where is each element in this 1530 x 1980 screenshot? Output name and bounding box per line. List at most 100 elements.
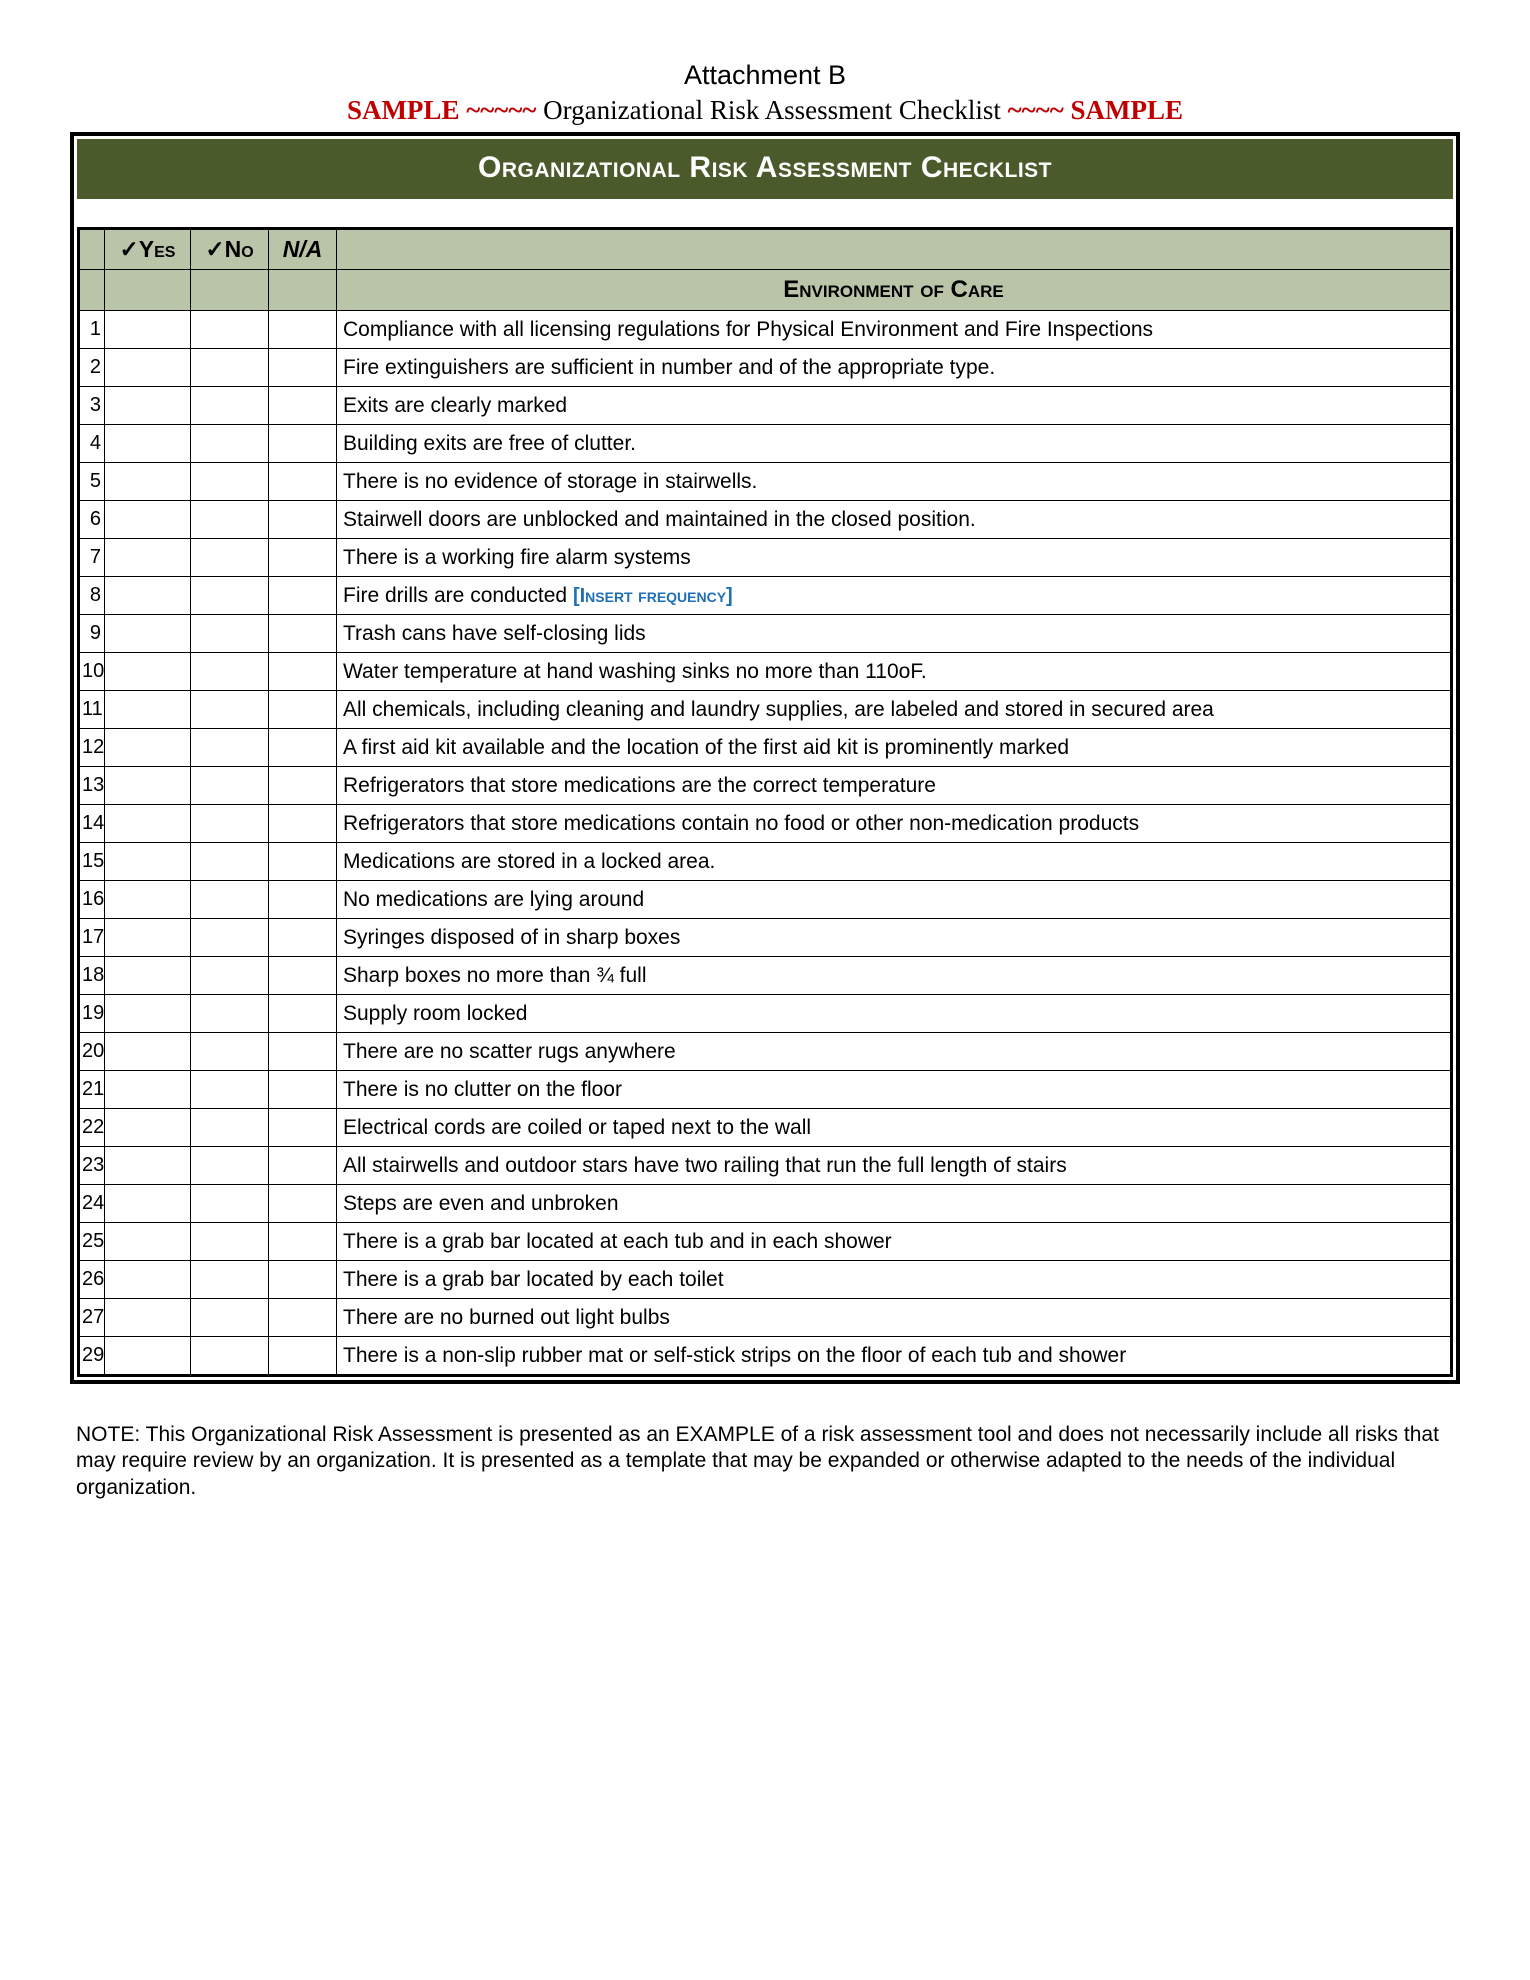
checkbox-no[interactable]	[191, 1261, 269, 1299]
table-row: 9Trash cans have self-closing lids	[79, 615, 1452, 653]
checkbox-na[interactable]	[269, 349, 337, 387]
checkbox-yes[interactable]	[105, 729, 191, 767]
section-pad	[191, 270, 269, 311]
row-text: Refrigerators that store medications con…	[343, 812, 1139, 835]
checkbox-na[interactable]	[269, 843, 337, 881]
checkbox-yes[interactable]	[105, 1337, 191, 1376]
checkbox-yes[interactable]	[105, 919, 191, 957]
checkbox-no[interactable]	[191, 387, 269, 425]
checkbox-no[interactable]	[191, 919, 269, 957]
checkbox-na[interactable]	[269, 957, 337, 995]
row-number: 12	[79, 729, 105, 767]
checkbox-no[interactable]	[191, 1071, 269, 1109]
table-row: 2Fire extinguishers are sufficient in nu…	[79, 349, 1452, 387]
checkbox-yes[interactable]	[105, 881, 191, 919]
checkbox-yes[interactable]	[105, 767, 191, 805]
checkbox-no[interactable]	[191, 1185, 269, 1223]
checkbox-yes[interactable]	[105, 691, 191, 729]
checkbox-yes[interactable]	[105, 1033, 191, 1071]
checkbox-no[interactable]	[191, 501, 269, 539]
checkbox-no[interactable]	[191, 1299, 269, 1337]
checkbox-yes[interactable]	[105, 1071, 191, 1109]
checkbox-na[interactable]	[269, 463, 337, 501]
checkbox-yes[interactable]	[105, 1261, 191, 1299]
checkbox-yes[interactable]	[105, 1147, 191, 1185]
checkbox-yes[interactable]	[105, 843, 191, 881]
checkbox-na[interactable]	[269, 881, 337, 919]
checkbox-na[interactable]	[269, 387, 337, 425]
table-row: 16No medications are lying around	[79, 881, 1452, 919]
checkbox-yes[interactable]	[105, 349, 191, 387]
checkbox-yes[interactable]	[105, 425, 191, 463]
checkbox-yes[interactable]	[105, 463, 191, 501]
checkbox-no[interactable]	[191, 957, 269, 995]
checkbox-no[interactable]	[191, 653, 269, 691]
checkbox-no[interactable]	[191, 615, 269, 653]
checkbox-no[interactable]	[191, 311, 269, 349]
checkbox-no[interactable]	[191, 349, 269, 387]
checkbox-na[interactable]	[269, 1033, 337, 1071]
sample-right: ~~~~ SAMPLE	[1001, 95, 1183, 125]
checkbox-na[interactable]	[269, 995, 337, 1033]
checkbox-yes[interactable]	[105, 387, 191, 425]
checkbox-na[interactable]	[269, 729, 337, 767]
checkbox-yes[interactable]	[105, 1109, 191, 1147]
checkbox-na[interactable]	[269, 539, 337, 577]
checkbox-no[interactable]	[191, 995, 269, 1033]
checkbox-na[interactable]	[269, 425, 337, 463]
checkbox-na[interactable]	[269, 653, 337, 691]
checkbox-no[interactable]	[191, 1223, 269, 1261]
checkbox-na[interactable]	[269, 691, 337, 729]
checkbox-yes[interactable]	[105, 311, 191, 349]
checkbox-no[interactable]	[191, 425, 269, 463]
checkbox-yes[interactable]	[105, 1185, 191, 1223]
checkbox-no[interactable]	[191, 577, 269, 615]
checkbox-na[interactable]	[269, 1147, 337, 1185]
checkbox-na[interactable]	[269, 919, 337, 957]
checkbox-na[interactable]	[269, 615, 337, 653]
row-description: There is no evidence of storage in stair…	[337, 463, 1452, 501]
checkbox-na[interactable]	[269, 577, 337, 615]
checkbox-no[interactable]	[191, 805, 269, 843]
checkbox-na[interactable]	[269, 1337, 337, 1376]
row-text: All chemicals, including cleaning and la…	[343, 698, 1214, 721]
row-description: All chemicals, including cleaning and la…	[337, 691, 1452, 729]
checkbox-yes[interactable]	[105, 653, 191, 691]
checkbox-na[interactable]	[269, 1223, 337, 1261]
checkbox-no[interactable]	[191, 539, 269, 577]
checkbox-yes[interactable]	[105, 501, 191, 539]
checkbox-na[interactable]	[269, 1185, 337, 1223]
checkbox-no[interactable]	[191, 1147, 269, 1185]
sample-mid: Organizational Risk Assessment Checklist	[543, 95, 1001, 125]
checkbox-na[interactable]	[269, 1109, 337, 1147]
checkbox-na[interactable]	[269, 311, 337, 349]
checkbox-no[interactable]	[191, 767, 269, 805]
checkbox-no[interactable]	[191, 463, 269, 501]
checkbox-na[interactable]	[269, 805, 337, 843]
checkbox-yes[interactable]	[105, 539, 191, 577]
checkbox-yes[interactable]	[105, 957, 191, 995]
checkbox-no[interactable]	[191, 1109, 269, 1147]
checkbox-no[interactable]	[191, 691, 269, 729]
checkbox-na[interactable]	[269, 501, 337, 539]
checkbox-yes[interactable]	[105, 615, 191, 653]
checkbox-no[interactable]	[191, 1337, 269, 1376]
checkbox-yes[interactable]	[105, 1223, 191, 1261]
row-number: 3	[79, 387, 105, 425]
checkbox-na[interactable]	[269, 1071, 337, 1109]
checkbox-yes[interactable]	[105, 577, 191, 615]
row-text: There is a grab bar located at each tub …	[343, 1230, 892, 1253]
checkbox-no[interactable]	[191, 729, 269, 767]
row-description: A first aid kit available and the locati…	[337, 729, 1452, 767]
checkbox-na[interactable]	[269, 1299, 337, 1337]
checkbox-no[interactable]	[191, 843, 269, 881]
checkbox-yes[interactable]	[105, 1299, 191, 1337]
checkbox-no[interactable]	[191, 1033, 269, 1071]
checkbox-no[interactable]	[191, 881, 269, 919]
checkbox-na[interactable]	[269, 767, 337, 805]
row-number: 2	[79, 349, 105, 387]
checkbox-na[interactable]	[269, 1261, 337, 1299]
checkbox-yes[interactable]	[105, 995, 191, 1033]
row-description: Trash cans have self-closing lids	[337, 615, 1452, 653]
checkbox-yes[interactable]	[105, 805, 191, 843]
